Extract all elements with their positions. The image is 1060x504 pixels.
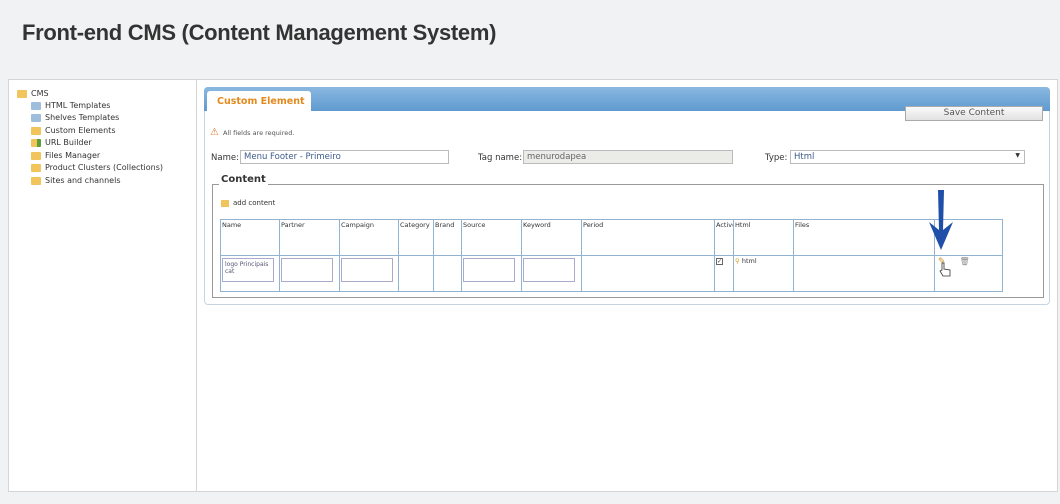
url-builder-icon — [31, 138, 41, 147]
tree-item-label: Product Clusters (Collections) — [45, 163, 164, 172]
tree-item-sites-channels[interactable]: Sites and channels — [31, 176, 121, 185]
template-icon — [31, 113, 41, 122]
cell-active: ✓ — [714, 255, 734, 292]
type-select[interactable]: Html ▼ — [790, 150, 1025, 164]
chevron-down-icon: ▼ — [1015, 152, 1020, 159]
blue-arrow-annotation — [929, 190, 953, 250]
tag-name-input[interactable]: menurodapea — [523, 150, 733, 164]
arrow-down-icon — [929, 190, 953, 250]
tree-item-custom-elements[interactable]: Custom Elements — [31, 126, 115, 135]
col-period: Period — [581, 219, 715, 256]
col-name: Name — [220, 219, 280, 256]
content-legend: Content — [219, 174, 268, 185]
template-icon — [31, 101, 41, 110]
tree-item-label: Sites and channels — [45, 176, 121, 185]
tree-item-shelves-templates[interactable]: Shelves Templates — [31, 113, 119, 122]
col-files: Files — [793, 219, 935, 256]
html-link[interactable]: html — [742, 257, 757, 265]
tree-item-url-builder[interactable]: URL Builder — [31, 138, 92, 147]
folder-open-icon — [17, 89, 27, 98]
name-cell-input[interactable]: logo Principais cat — [222, 258, 274, 282]
trash-icon[interactable]: 🗑 — [960, 257, 970, 266]
tree-item-label: HTML Templates — [45, 101, 111, 110]
cell-files — [793, 255, 935, 292]
tree-item-label: Shelves Templates — [45, 113, 120, 122]
keyword-input[interactable] — [523, 258, 576, 282]
cell-category — [398, 255, 434, 292]
warning-icon: ⚠ — [210, 127, 219, 138]
tree-item-label: Custom Elements — [45, 126, 116, 135]
search-icon[interactable]: ⚲ — [735, 257, 740, 265]
add-content-link[interactable]: add content — [221, 199, 275, 207]
folder-icon — [31, 176, 41, 185]
folder-icon — [31, 163, 41, 172]
cell-period — [581, 255, 715, 292]
required-note-text: All fields are required. — [222, 128, 295, 137]
cell-name: logo Principais cat — [220, 255, 280, 292]
cell-html: ⚲ html — [733, 255, 794, 292]
col-category: Category — [398, 219, 434, 256]
hand-cursor-icon — [939, 262, 951, 277]
campaign-input[interactable] — [341, 258, 393, 282]
cell-partner — [279, 255, 340, 292]
page-title: Front-end CMS (Content Management System… — [22, 20, 497, 45]
tree-item-files-manager[interactable]: Files Manager — [31, 151, 100, 160]
tree-root-label: CMS — [31, 89, 49, 98]
tree-item-html-templates[interactable]: HTML Templates — [31, 101, 110, 110]
col-html: Html — [733, 219, 794, 256]
content-table: Name Partner Campaign Category Brand Sou… — [220, 219, 1003, 292]
col-partner: Partner — [279, 219, 340, 256]
name-label: Name: — [211, 153, 239, 163]
col-brand: Brand — [433, 219, 462, 256]
cell-campaign — [339, 255, 399, 292]
col-campaign: Campaign — [339, 219, 399, 256]
tree-root-cms[interactable]: CMS — [17, 89, 49, 98]
add-icon — [221, 199, 229, 207]
table-row: logo Principais cat ✓ ⚲ html ✎ 🗑 — [220, 255, 1003, 292]
table-header-row: Name Partner Campaign Category Brand Sou… — [220, 219, 1003, 256]
col-active: Active — [714, 219, 734, 256]
save-content-button[interactable]: Save Content — [905, 106, 1043, 121]
tab-custom-element[interactable]: Custom Element — [207, 91, 311, 112]
cell-keyword — [521, 255, 582, 292]
active-checkbox[interactable]: ✓ — [716, 258, 723, 265]
tree-item-label: Files Manager — [45, 151, 101, 160]
add-content-label: add content — [233, 199, 276, 207]
source-input[interactable] — [463, 258, 516, 282]
col-keyword: Keyword — [521, 219, 582, 256]
tree-item-product-clusters[interactable]: Product Clusters (Collections) — [31, 163, 163, 172]
folder-icon — [31, 151, 41, 160]
type-selected: Html — [794, 152, 815, 162]
required-note: ⚠ All fields are required. — [210, 127, 294, 138]
tag-name-label: Tag name: — [478, 153, 523, 163]
custom-element-icon — [31, 126, 41, 135]
cell-source — [461, 255, 522, 292]
tree-item-label: URL Builder — [45, 138, 92, 147]
cell-brand — [433, 255, 462, 292]
partner-input[interactable] — [281, 258, 334, 282]
name-input[interactable]: Menu Footer - Primeiro — [240, 150, 449, 164]
col-source: Source — [461, 219, 522, 256]
type-label: Type: — [765, 153, 788, 163]
